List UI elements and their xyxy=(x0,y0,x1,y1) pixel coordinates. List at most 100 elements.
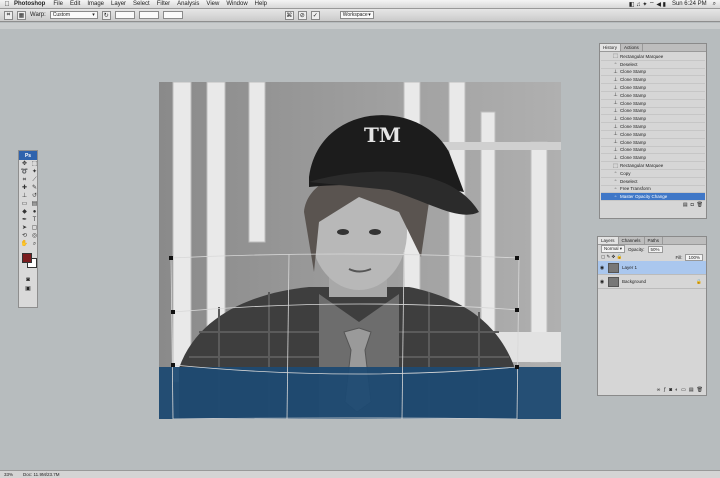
history-item[interactable]: ⊥ Clone Stamp xyxy=(601,139,705,147)
shape-tool-icon[interactable]: ▢ xyxy=(30,225,39,232)
move-tool-icon[interactable]: ✥ xyxy=(20,161,29,168)
3d-rotate-tool-icon[interactable]: ⟲ xyxy=(20,233,29,240)
history-item[interactable]: ⊥ Clone Stamp xyxy=(601,154,705,163)
workspace-button[interactable]: Workspace ▾ xyxy=(339,11,374,19)
history-item[interactable]: ⊥ Clone Stamp xyxy=(601,108,705,116)
magic-wand-tool-icon[interactable]: ✦ xyxy=(30,169,39,176)
screen-mode-icon[interactable]: ▣ xyxy=(19,285,37,292)
zoom-level[interactable]: 33% xyxy=(4,472,13,477)
tab-channels[interactable]: Channels xyxy=(619,237,645,244)
history-item[interactable]: ⬚ Rectangular Marquee xyxy=(601,53,705,61)
history-brush-tool-icon[interactable]: ↺ xyxy=(30,193,39,200)
type-tool-icon[interactable]: T xyxy=(30,217,39,224)
hand-tool-icon[interactable]: ✋ xyxy=(20,241,29,248)
cancel-transform-icon[interactable]: ⊘ xyxy=(297,10,307,20)
warp-mode-icon[interactable]: ⌘ xyxy=(284,10,294,20)
history-item[interactable]: ⊥ Clone Stamp xyxy=(601,123,705,131)
layer-row[interactable]: ◉ Layer 1 xyxy=(598,261,706,275)
spotlight-icon[interactable]: ⌕ xyxy=(713,1,716,8)
fx-icon[interactable]: ƒ xyxy=(663,387,666,395)
pen-tool-icon[interactable]: ✒ xyxy=(20,217,29,224)
menu-view[interactable]: View xyxy=(206,1,219,7)
history-item[interactable]: ⊥ Clone Stamp xyxy=(601,131,705,139)
gradient-tool-icon[interactable]: ▤ xyxy=(30,201,39,208)
history-item[interactable]: ⊥ Clone Stamp xyxy=(601,92,705,100)
menu-analysis[interactable]: Analysis xyxy=(177,1,199,7)
link-icon[interactable]: ∞ xyxy=(657,387,661,395)
stamp-icon: ⊥ xyxy=(613,131,618,138)
bend-field[interactable] xyxy=(114,11,135,19)
menu-edit[interactable]: Edit xyxy=(70,1,80,7)
quick-mask-icon[interactable]: ◙ xyxy=(19,277,37,283)
history-item[interactable]: ▫ Copy xyxy=(601,170,705,178)
marquee-tool-icon[interactable]: ⬚ xyxy=(30,161,39,168)
transform-tool-icon[interactable]: ⌗ xyxy=(4,10,13,20)
history-item[interactable]: ⊥ Clone Stamp xyxy=(601,115,705,124)
history-item[interactable]: ⊥ Clone Stamp xyxy=(601,147,705,155)
3d-camera-tool-icon[interactable]: ◎ xyxy=(30,233,39,240)
status-icons[interactable]: ◧ ♫ ✦ ⌔ ◀︎ ▮ xyxy=(629,0,666,8)
warp-select[interactable]: Custom ▾ xyxy=(49,11,98,19)
history-item-selected[interactable]: ▫ Master Opacity Change xyxy=(601,193,705,202)
trash-icon[interactable]: 🗑 xyxy=(697,387,703,395)
menu-image[interactable]: Image xyxy=(87,1,104,7)
zoom-tool-icon[interactable]: ⌕ xyxy=(30,241,39,248)
history-item[interactable]: ▫ Deselect xyxy=(601,178,705,186)
history-item[interactable]: ⊥ Clone Stamp xyxy=(601,76,705,85)
trash-icon[interactable]: 🗑 xyxy=(697,202,703,210)
path-selection-tool-icon[interactable]: ➤ xyxy=(20,225,29,232)
lock-icons[interactable]: ▢ ✎ ✥ 🔒 xyxy=(601,254,622,260)
orientation-icon[interactable]: ↻ xyxy=(101,10,111,20)
eraser-tool-icon[interactable]: ▭ xyxy=(20,201,29,208)
clone-stamp-tool-icon[interactable]: ⊥ xyxy=(20,193,29,200)
adjustment-icon[interactable]: ◐ xyxy=(675,387,678,395)
menu-window[interactable]: Window xyxy=(226,1,247,7)
lasso-tool-icon[interactable]: ➰ xyxy=(20,169,29,176)
menu-layer[interactable]: Layer xyxy=(111,1,126,7)
commit-transform-icon[interactable]: ✓ xyxy=(310,10,320,20)
folder-icon[interactable]: ▭ xyxy=(681,387,686,395)
brush-tool-icon[interactable]: ✎ xyxy=(30,185,39,192)
eye-icon[interactable]: ◉ xyxy=(599,279,605,285)
foreground-color-swatch[interactable] xyxy=(22,253,32,263)
history-item[interactable]: ▫ Deselect xyxy=(601,61,705,69)
doc-size[interactable]: Doc: 11.9M/23.7M xyxy=(23,472,59,477)
new-snapshot-icon[interactable]: ◘ xyxy=(691,202,694,210)
clock[interactable]: Sun 6:24 PM xyxy=(672,1,707,7)
v-distortion-field[interactable] xyxy=(162,11,183,19)
healing-tool-icon[interactable]: ✚ xyxy=(20,185,29,192)
tab-layers[interactable]: Layers xyxy=(598,237,619,244)
history-item[interactable]: ⊥ Clone Stamp xyxy=(601,100,705,108)
fill-field[interactable]: 100% xyxy=(685,253,703,261)
menu-help[interactable]: Help xyxy=(255,1,267,7)
history-item[interactable]: ▫ Free Transform xyxy=(601,186,705,194)
mask-icon[interactable]: ◙ xyxy=(669,387,672,395)
crop-tool-icon[interactable]: ⌗ xyxy=(20,177,29,184)
opacity-field[interactable]: 50% xyxy=(647,245,663,253)
document-canvas[interactable]: TM xyxy=(159,82,561,419)
h-distortion-field[interactable] xyxy=(138,11,159,19)
tab-history[interactable]: History xyxy=(600,44,622,51)
layer-row[interactable]: ◉ Background 🔒 xyxy=(598,275,706,289)
menu-filter[interactable]: Filter xyxy=(157,1,170,7)
history-item-label: Free Transform xyxy=(620,186,651,192)
history-item[interactable]: ⊥ Clone Stamp xyxy=(601,69,705,77)
history-item[interactable]: ⊥ Clone Stamp xyxy=(601,84,705,92)
tab-actions[interactable]: Actions xyxy=(621,44,643,51)
apple-icon[interactable]:  xyxy=(0,1,14,8)
blend-mode-select[interactable]: Normal ▾ xyxy=(601,245,626,253)
stamp-icon: ⊥ xyxy=(613,154,618,161)
tab-paths[interactable]: Paths xyxy=(645,237,664,244)
menu-select[interactable]: Select xyxy=(133,1,150,7)
ps-logo: Ps xyxy=(19,151,37,160)
dodge-tool-icon[interactable]: ● xyxy=(30,209,39,216)
menu-file[interactable]: File xyxy=(53,1,63,7)
app-menu[interactable]: Photoshop xyxy=(14,1,45,7)
eye-icon[interactable]: ◉ xyxy=(599,265,605,271)
new-layer-icon[interactable]: ▤ xyxy=(689,387,694,395)
history-item[interactable]: ⬚ Rectangular Marquee xyxy=(601,162,705,170)
eyedropper-tool-icon[interactable]: ⟋ xyxy=(30,177,39,184)
warp-icon[interactable]: ▦ xyxy=(17,10,26,20)
blur-tool-icon[interactable]: ◆ xyxy=(20,209,29,216)
new-document-icon[interactable]: ▤ xyxy=(683,202,688,210)
